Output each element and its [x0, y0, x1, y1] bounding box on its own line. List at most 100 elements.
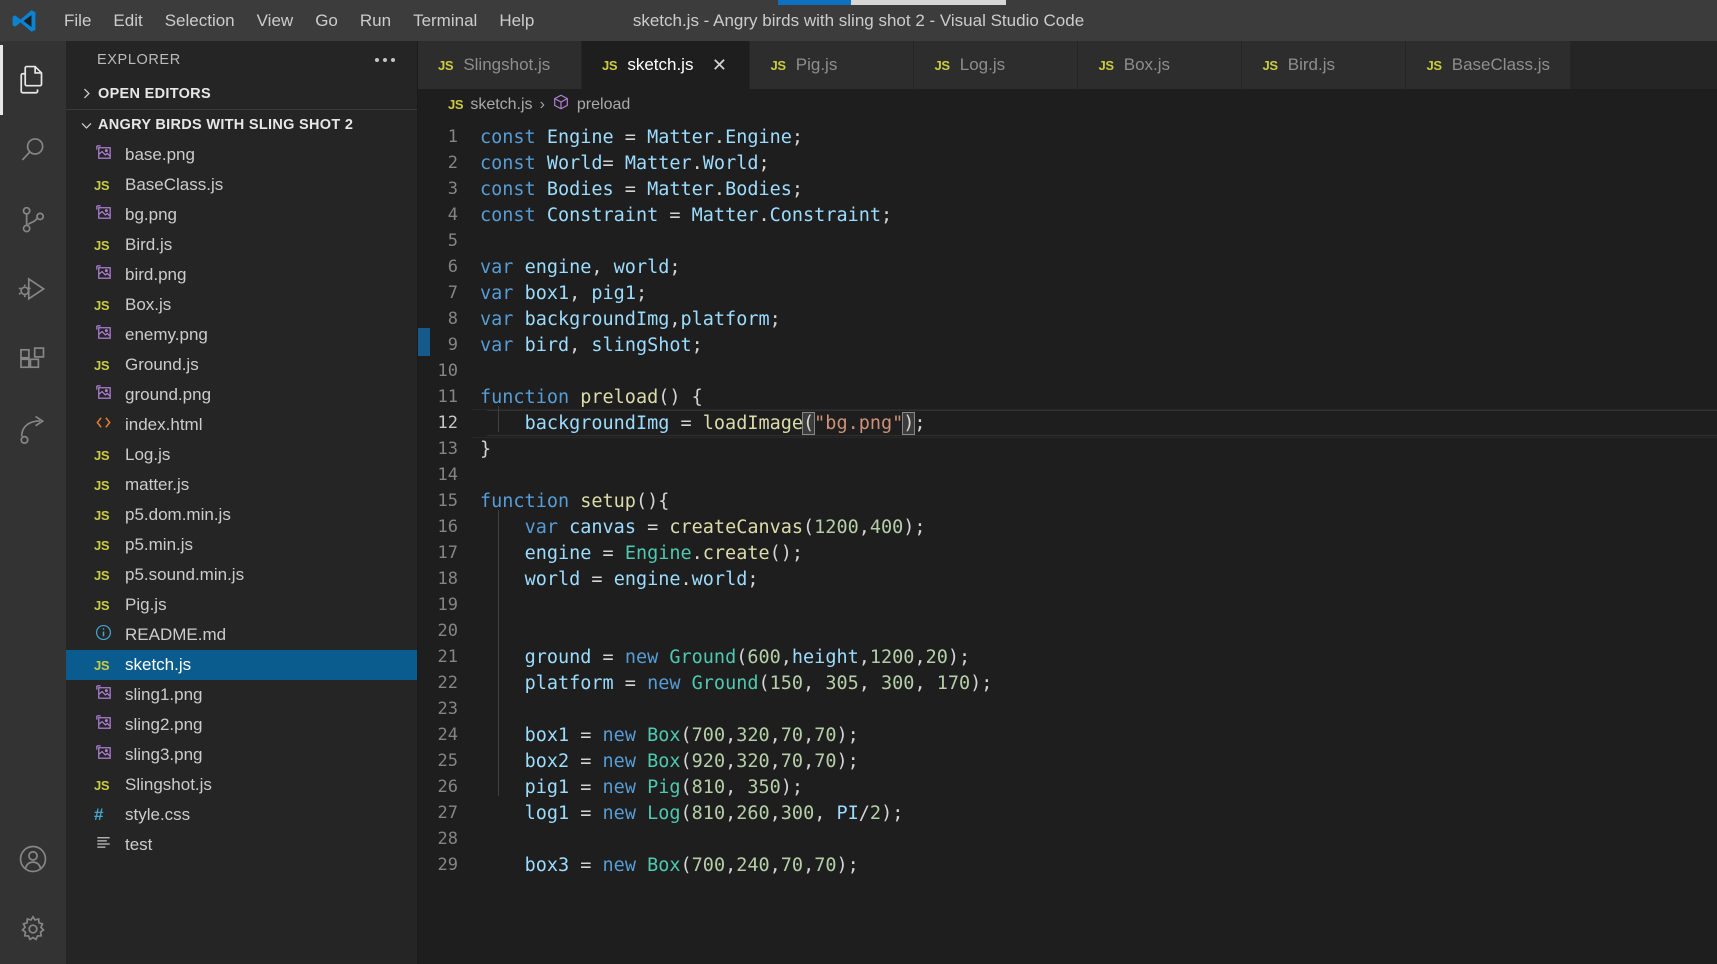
code-line[interactable]: 29 box3 = new Box(700,240,70,70); — [418, 852, 1717, 878]
code-editor[interactable]: 1 const Engine = Matter.Engine; 2 const Wor… — [418, 120, 1717, 964]
code-line[interactable]: 20 — [418, 618, 1717, 644]
code-line-text: var bird, slingShot; — [480, 335, 703, 356]
code-token: . — [691, 542, 703, 564]
file-tree-item[interactable]: JS Bird.js — [66, 230, 417, 260]
code-line[interactable]: 9 var bird, slingShot; — [418, 332, 1717, 358]
file-tree-item[interactable]: sling1.png — [66, 680, 417, 710]
code-line[interactable]: 23 — [418, 696, 1717, 722]
editor-tab[interactable]: JS Bird.js — [1242, 41, 1407, 89]
code-token: const — [480, 204, 536, 226]
code-line[interactable]: 22 platform = new Ground(150, 305, 300, … — [418, 670, 1717, 696]
file-tree-item[interactable]: JS BaseClass.js — [66, 170, 417, 200]
file-tree-item[interactable]: ground.png — [66, 380, 417, 410]
editor-tab[interactable]: JS sketch.js ✕ — [582, 41, 751, 89]
activity-extensions[interactable] — [0, 325, 66, 395]
code-line[interactable]: 12 backgroundImg = loadImage("bg.png"); — [418, 408, 1717, 438]
editor-tab[interactable]: JS Box.js — [1078, 41, 1243, 89]
code-line[interactable]: 3 const Bodies = Matter.Bodies; — [418, 176, 1717, 202]
file-tree-item[interactable]: base.png — [66, 140, 417, 170]
breadcrumb-symbol-label: preload — [576, 95, 631, 113]
code-line[interactable]: 25 box2 = new Box(920,320,70,70); — [418, 748, 1717, 774]
breadcrumb[interactable]: JS sketch.js › preload — [418, 89, 1717, 120]
editor-tab[interactable]: JS Log.js — [914, 41, 1079, 89]
code-line[interactable]: 10 — [418, 358, 1717, 384]
code-line[interactable]: 11 function preload() { — [418, 384, 1717, 410]
breadcrumb-symbol[interactable]: preload — [552, 93, 630, 116]
code-token: "bg.png" — [814, 412, 904, 434]
file-tree-item[interactable]: sling2.png — [66, 710, 417, 740]
code-line[interactable]: 18 world = engine.world; — [418, 566, 1717, 592]
code-line[interactable]: 27 log1 = new Log(810,260,300, PI/2); — [418, 800, 1717, 826]
code-line[interactable]: 21 ground = new Ground(600,height,1200,2… — [418, 644, 1717, 670]
file-tree[interactable]: base.png JS BaseClass.js bg.png JS Bird.js bir… — [66, 140, 417, 964]
activity-search[interactable] — [0, 115, 66, 185]
code-line[interactable]: 28 — [418, 826, 1717, 852]
editor-tab[interactable]: JS Pig.js — [750, 41, 915, 89]
code-line[interactable]: 6 var engine, world; — [418, 254, 1717, 280]
file-tree-item[interactable]: enemy.png — [66, 320, 417, 350]
code-token: = — [591, 542, 625, 564]
code-token: , — [769, 854, 781, 876]
activity-manage-settings[interactable] — [0, 894, 66, 964]
editor-tab[interactable]: JS BaseClass.js — [1406, 41, 1572, 89]
more-actions-icon[interactable] — [375, 57, 395, 62]
activity-source-control[interactable] — [0, 185, 66, 255]
code-line[interactable]: 13} — [418, 436, 1717, 462]
code-line[interactable]: 8 var backgroundImg,platform; — [418, 306, 1717, 332]
file-tree-item[interactable]: README.md — [66, 620, 417, 650]
file-tree-item[interactable]: sling3.png — [66, 740, 417, 770]
activity-accounts[interactable] — [0, 824, 66, 894]
file-tree-item[interactable]: JS Box.js — [66, 290, 417, 320]
file-tree-item[interactable]: bird.png — [66, 260, 417, 290]
file-tree-item[interactable]: JS p5.sound.min.js — [66, 560, 417, 590]
section-open-editors[interactable]: OPEN EDITORS — [66, 78, 417, 109]
code-token: setup — [580, 490, 636, 512]
code-line[interactable]: 19 — [418, 592, 1717, 618]
editor-tab-bar[interactable]: JS Slingshot.js JS sketch.js ✕ JS Pig.js JS Log.… — [418, 41, 1717, 89]
breadcrumb-file[interactable]: JS sketch.js — [448, 96, 533, 114]
menu-edit[interactable]: Edit — [102, 8, 153, 34]
code-line[interactable]: 14 — [418, 462, 1717, 488]
file-tree-item[interactable]: JS Log.js — [66, 440, 417, 470]
menu-file[interactable]: File — [53, 8, 102, 34]
code-token: function — [480, 490, 570, 512]
menu-run[interactable]: Run — [349, 8, 402, 34]
menu-help[interactable]: Help — [488, 8, 545, 34]
code-line[interactable]: 5 — [418, 228, 1717, 254]
menu-selection[interactable]: Selection — [154, 8, 246, 34]
code-line[interactable]: 24 box1 = new Box(700,320,70,70); — [418, 722, 1717, 748]
file-tree-item[interactable]: # style.css — [66, 800, 417, 830]
menu-terminal[interactable]: Terminal — [402, 8, 488, 34]
file-tree-item[interactable]: JS p5.min.js — [66, 530, 417, 560]
menu-view[interactable]: View — [246, 8, 305, 34]
js-file-icon: JS — [94, 237, 110, 253]
editor-tab[interactable]: JS Slingshot.js — [418, 41, 582, 89]
code-lines[interactable]: 1 const Engine = Matter.Engine; 2 const Wor… — [418, 120, 1717, 878]
file-tree-item[interactable]: JS Pig.js — [66, 590, 417, 620]
menu-go[interactable]: Go — [304, 8, 349, 34]
file-tree-item[interactable]: test — [66, 830, 417, 860]
activity-explorer[interactable] — [0, 45, 66, 115]
code-line[interactable]: 17 engine = Engine.create(); — [418, 540, 1717, 566]
file-tree-item[interactable]: JS p5.dom.min.js — [66, 500, 417, 530]
activity-run-debug[interactable] — [0, 255, 66, 325]
code-line[interactable]: 4 const Constraint = Matter.Constraint; — [418, 202, 1717, 228]
sidebar-actions[interactable] — [375, 57, 395, 62]
file-tree-item[interactable]: JS matter.js — [66, 470, 417, 500]
close-icon[interactable]: ✕ — [709, 55, 729, 75]
file-tree-item[interactable]: JS sketch.js — [66, 650, 417, 680]
code-line-text: box1 = new Box(700,320,70,70); — [480, 725, 859, 746]
code-line[interactable]: 1 const Engine = Matter.Engine; — [418, 124, 1717, 150]
file-tree-item[interactable]: JS Slingshot.js — [66, 770, 417, 800]
code-line[interactable]: 26 pig1 = new Pig(810, 350); — [418, 774, 1717, 800]
activity-remote-explorer[interactable] — [0, 395, 66, 465]
code-line[interactable]: 2 const World= Matter.World; — [418, 150, 1717, 176]
file-tree-item[interactable]: bg.png — [66, 200, 417, 230]
code-line[interactable]: 16 var canvas = createCanvas(1200,400); — [418, 514, 1717, 540]
section-folder[interactable]: ANGRY BIRDS WITH SLING SHOT 2 — [66, 109, 417, 140]
code-line[interactable]: 7 var box1, pig1; — [418, 280, 1717, 306]
file-tree-item[interactable]: JS Ground.js — [66, 350, 417, 380]
code-line[interactable]: 15 function setup(){ — [418, 488, 1717, 514]
file-tree-item[interactable]: index.html — [66, 410, 417, 440]
